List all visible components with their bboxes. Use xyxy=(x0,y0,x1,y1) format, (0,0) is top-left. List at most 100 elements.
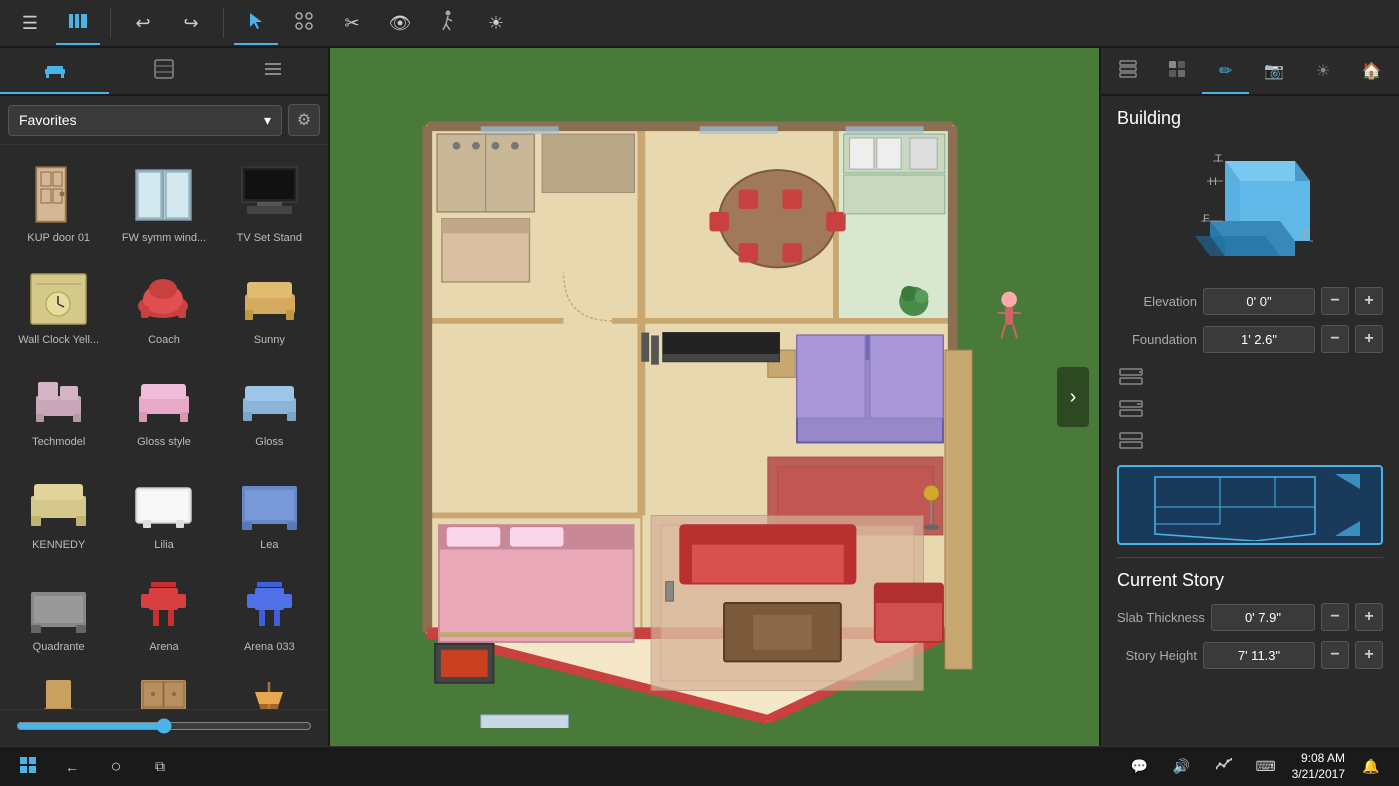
elevation-value[interactable]: 0' 0" xyxy=(1203,288,1315,315)
chat-icon: 💬 xyxy=(1131,758,1148,775)
tab-edit[interactable]: ✏ xyxy=(1202,48,1249,94)
foundation-decrease-button[interactable]: − xyxy=(1321,325,1349,353)
tab-furniture[interactable] xyxy=(0,48,109,94)
redo-button[interactable]: ↪ xyxy=(169,1,213,45)
network-button[interactable] xyxy=(1208,751,1240,783)
elevation-decrease-button[interactable]: − xyxy=(1321,287,1349,315)
furniture-thumb-lilia xyxy=(124,466,204,536)
library-button[interactable] xyxy=(56,1,100,45)
search-button[interactable]: ○ xyxy=(100,751,132,783)
lighting-button[interactable]: ☀ xyxy=(474,1,518,45)
slab-thickness-increase-button[interactable]: + xyxy=(1355,603,1383,631)
view-button[interactable]: 👁 xyxy=(378,1,422,45)
canvas-expand-button[interactable]: › xyxy=(1057,367,1089,427)
furniture-item-fw-symm[interactable]: FW symm wind... xyxy=(113,153,214,251)
furniture-thumb-quadrante xyxy=(19,568,99,638)
story-add-icon[interactable] xyxy=(1117,363,1145,391)
back-button[interactable]: ← xyxy=(56,751,88,783)
story-height-decrease-button[interactable]: − xyxy=(1321,641,1349,669)
furniture-item-wall-clock[interactable]: Wall Clock Yell... xyxy=(8,255,109,353)
furniture-label-gloss-style: Gloss style xyxy=(137,436,191,449)
notification-button[interactable]: 🔔 xyxy=(1355,751,1387,783)
windows-icon xyxy=(19,756,37,777)
walk-button[interactable] xyxy=(426,1,470,45)
tab-home[interactable]: 🏠 xyxy=(1348,48,1395,94)
materials-right-icon xyxy=(1168,60,1186,83)
tab-materials[interactable] xyxy=(109,48,218,94)
tab-camera[interactable]: 📷 xyxy=(1251,48,1298,94)
furniture-thumb-kup-door xyxy=(19,159,99,229)
tab-lighting-right[interactable]: ☀ xyxy=(1300,48,1347,94)
tab-layers[interactable] xyxy=(1105,48,1152,94)
furniture-item-kennedy[interactable]: KENNEDY xyxy=(8,460,109,558)
favorites-dropdown[interactable]: Favorites ▾ xyxy=(8,105,282,136)
furniture-item-gloss[interactable]: Gloss xyxy=(219,357,320,455)
size-slider-input[interactable] xyxy=(16,718,312,734)
furniture-item-chair[interactable]: Chair xyxy=(8,664,109,709)
furniture-item-arena033[interactable]: Arena 033 xyxy=(219,562,320,660)
foundation-increase-button[interactable]: + xyxy=(1355,325,1383,353)
multitask-button[interactable]: ⧉ xyxy=(144,751,176,783)
notification-icon: 🔔 xyxy=(1362,758,1379,775)
furniture-label-quadrante: Quadrante xyxy=(33,641,85,654)
favorites-settings-button[interactable]: ⚙ xyxy=(288,104,320,136)
edit-icon: ✏ xyxy=(1219,61,1232,81)
volume-button[interactable]: 🔊 xyxy=(1166,751,1198,783)
furniture-item-sunny[interactable]: Sunny xyxy=(219,255,320,353)
undo-button[interactable]: ↩ xyxy=(121,1,165,45)
furniture-label-techmodel: Techmodel xyxy=(32,436,85,449)
favorites-label: Favorites xyxy=(19,112,77,128)
elevation-increase-button[interactable]: + xyxy=(1355,287,1383,315)
furniture-item-quadrante[interactable]: Quadrante xyxy=(8,562,109,660)
furniture-thumb-gloss xyxy=(229,363,309,433)
story-height-label: Story Height xyxy=(1117,648,1197,663)
furniture-thumb-lamp xyxy=(229,670,309,709)
furniture-item-techmodel[interactable]: Techmodel xyxy=(8,357,109,455)
select-button[interactable] xyxy=(234,1,278,45)
furniture-item-lamp[interactable]: Lamp xyxy=(219,664,320,709)
keyboard-button[interactable]: ⌨ xyxy=(1250,751,1282,783)
center-canvas[interactable]: › xyxy=(330,48,1099,746)
story-height-increase-button[interactable]: + xyxy=(1355,641,1383,669)
furniture-item-tv-stand[interactable]: TV Set Stand xyxy=(219,153,320,251)
story-remove-icon[interactable] xyxy=(1117,395,1145,423)
floor-plan-thumbnail[interactable] xyxy=(1117,465,1383,545)
eye-icon: 👁 xyxy=(389,13,412,34)
furniture-item-lilia[interactable]: Lilia xyxy=(113,460,214,558)
chat-button[interactable]: 💬 xyxy=(1124,751,1156,783)
furniture-item-cabinet[interactable]: Cabinet xyxy=(113,664,214,709)
tab-materials-right[interactable] xyxy=(1154,48,1201,94)
slab-thickness-value[interactable]: 0' 7.9" xyxy=(1211,604,1315,631)
menu-button[interactable]: ☰ xyxy=(8,1,52,45)
furniture-thumb-chair xyxy=(19,670,99,709)
story-settings-icon[interactable] xyxy=(1117,427,1145,455)
right-tabs: ✏ 📷 ☀ 🏠 xyxy=(1101,48,1399,96)
group-button[interactable] xyxy=(282,1,326,45)
furniture-item-lea[interactable]: Lea xyxy=(219,460,320,558)
furniture-item-arena[interactable]: Arena xyxy=(113,562,214,660)
scissors-button[interactable]: ✂ xyxy=(330,1,374,45)
furniture-thumb-fw-symm xyxy=(124,159,204,229)
multitask-icon: ⧉ xyxy=(155,758,165,775)
clock-time: 9:08 AM xyxy=(1292,751,1345,767)
taskbar-right: 💬 🔊 ⌨ 9:08 AM 3/21/2017 xyxy=(1124,751,1387,783)
furniture-label-coach: Coach xyxy=(148,334,180,347)
scissors-icon: ✂ xyxy=(344,13,359,34)
furniture-label-wall-clock: Wall Clock Yell... xyxy=(18,334,99,347)
furniture-label-fw-symm: FW symm wind... xyxy=(122,232,206,245)
foundation-value[interactable]: 1' 2.6" xyxy=(1203,326,1315,353)
story-ctrl-row-2 xyxy=(1117,395,1383,423)
start-button[interactable] xyxy=(12,751,44,783)
furniture-thumb-cabinet xyxy=(124,670,204,709)
tab-list[interactable] xyxy=(219,48,328,94)
story-height-value[interactable]: 7' 11.3" xyxy=(1203,642,1315,669)
furniture-item-gloss-style[interactable]: Gloss style xyxy=(113,357,214,455)
furniture-item-coach[interactable]: Coach xyxy=(113,255,214,353)
redo-icon: ↪ xyxy=(183,13,198,34)
chevron-right-icon: › xyxy=(1070,386,1077,409)
current-story-title: Current Story xyxy=(1117,570,1383,591)
slab-thickness-decrease-button[interactable]: − xyxy=(1321,603,1349,631)
taskbar-left: ← ○ ⧉ xyxy=(12,751,176,783)
back-icon: ← xyxy=(65,759,79,775)
furniture-item-kup-door[interactable]: KUP door 01 xyxy=(8,153,109,251)
